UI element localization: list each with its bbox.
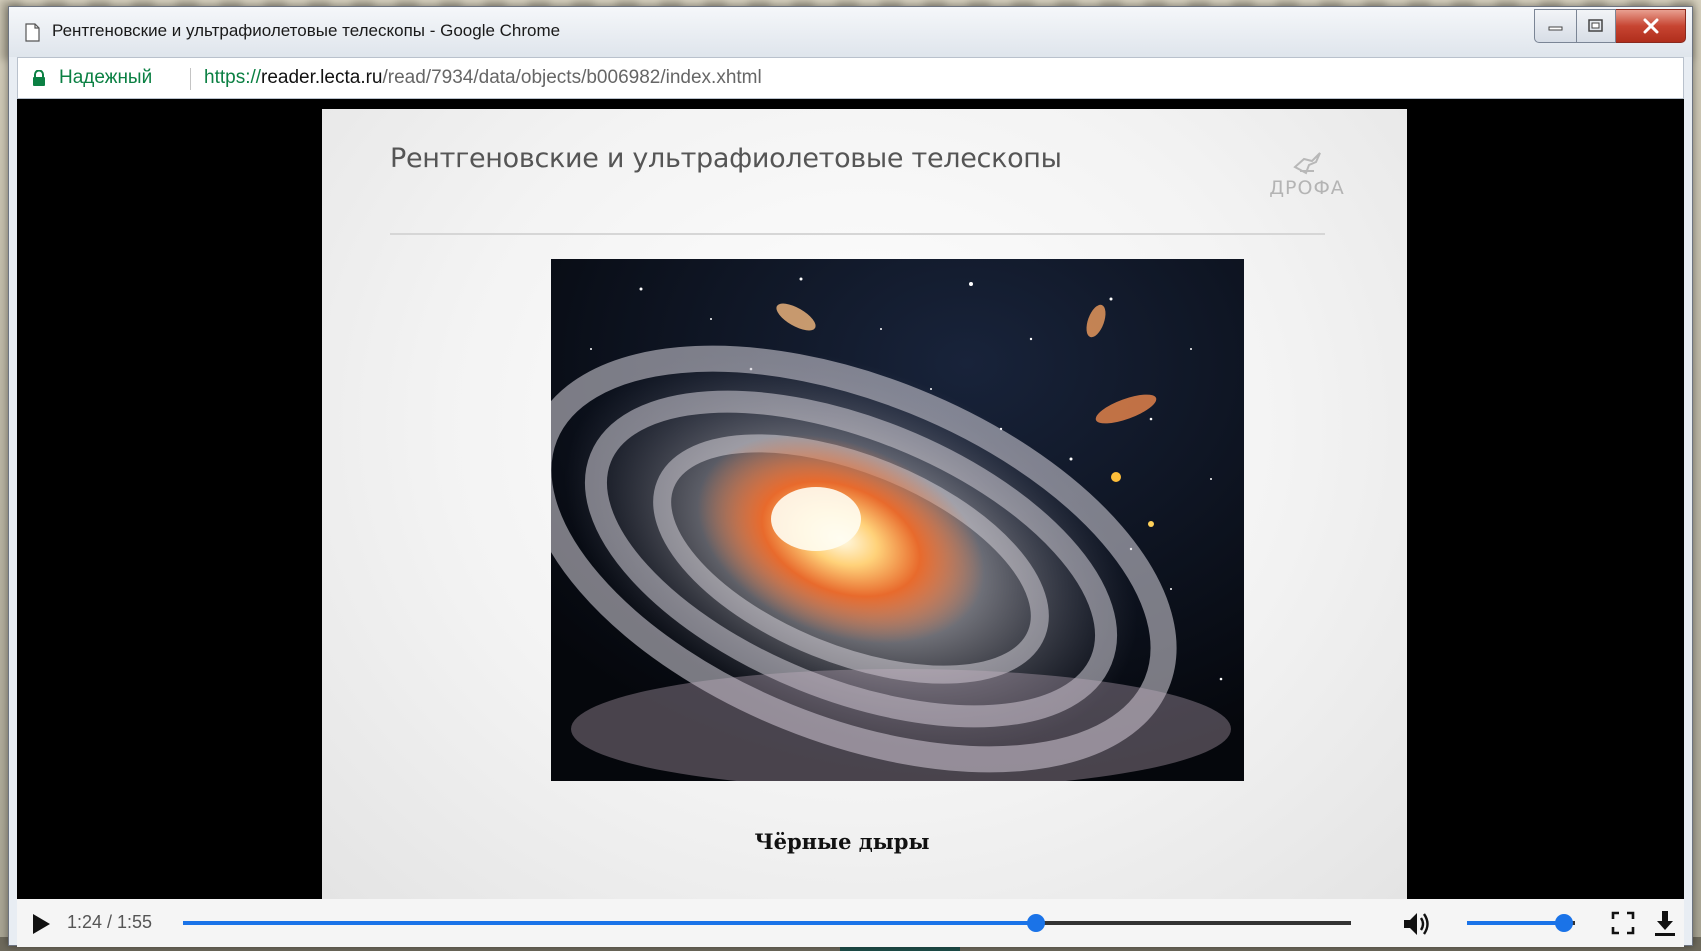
- download-icon[interactable]: [1653, 909, 1677, 937]
- page-icon: [25, 23, 40, 42]
- logo-text: ДРОФА: [1269, 177, 1345, 199]
- maximize-button[interactable]: [1576, 9, 1616, 43]
- title-bar[interactable]: Рентгеновские и ультрафиолетовые телеско…: [9, 7, 1692, 57]
- browser-window: Рентгеновские и ультрафиолетовые телеско…: [8, 6, 1693, 947]
- video-viewport[interactable]: Рентгеновские и ультрафиолетовые телеско…: [17, 99, 1684, 899]
- volume-slider[interactable]: [1467, 914, 1575, 932]
- black-hole-illustration: [551, 259, 1244, 781]
- restore-icon: [1588, 19, 1603, 32]
- minimize-icon: [1548, 26, 1562, 31]
- time-display: 1:24 / 1:55: [67, 912, 153, 932]
- slide-divider: [390, 233, 1325, 235]
- seek-progress: [183, 921, 1037, 925]
- fullscreen-icon[interactable]: [1611, 911, 1635, 935]
- window-title: Рентгеновские и ультрафиолетовые телеско…: [52, 21, 561, 40]
- volume-thumb[interactable]: [1555, 914, 1574, 932]
- seek-thumb[interactable]: [1027, 914, 1046, 932]
- address-bar[interactable]: Надежный https://reader.lecta.ru/read/79…: [17, 57, 1684, 99]
- volume-icon[interactable]: [1401, 909, 1433, 939]
- galaxy-image: [551, 259, 1244, 781]
- publisher-logo: ДРОФА: [1262, 145, 1352, 203]
- lock-icon: [33, 70, 45, 86]
- bird-logo-icon: [1293, 152, 1321, 175]
- minimize-button[interactable]: [1534, 9, 1576, 43]
- close-button[interactable]: [1616, 9, 1686, 43]
- url-scheme: https://: [204, 67, 262, 88]
- presentation-slide: Рентгеновские и ультрафиолетовые телеско…: [322, 109, 1407, 899]
- address-separator: [190, 68, 191, 90]
- video-controls: 1:24 / 1:55: [17, 899, 1684, 947]
- slide-caption: Чёрные дыры: [754, 829, 930, 854]
- volume-level: [1467, 921, 1565, 925]
- url-path: /read/7934/data/objects/b006982/index.xh…: [382, 67, 762, 88]
- seek-bar[interactable]: [183, 914, 1351, 932]
- play-icon[interactable]: [31, 913, 51, 935]
- window-controls: [1534, 9, 1686, 43]
- security-label[interactable]: Надежный: [59, 67, 152, 89]
- url-text[interactable]: https://reader.lecta.ru/read/7934/data/o…: [204, 67, 762, 89]
- close-icon: [1643, 18, 1658, 34]
- slide-title: Рентгеновские и ультрафиолетовые телеско…: [390, 143, 1062, 174]
- url-host: reader.lecta.ru: [261, 67, 383, 88]
